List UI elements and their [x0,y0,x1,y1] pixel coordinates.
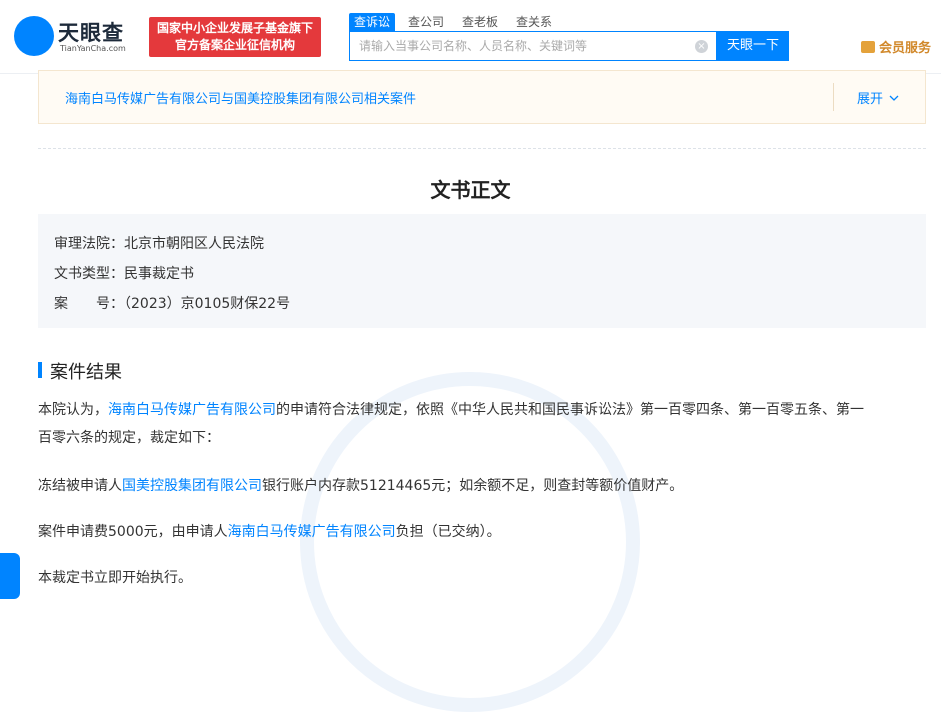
doc-type-row: 文书类型：民事裁定书 [54,263,194,283]
tab-relation[interactable]: 查关系 [511,13,557,31]
case-number-value: （2023）京0105财保22号 [124,296,291,312]
search-button[interactable]: 天眼一下 [717,31,789,61]
text: 本院认为， [38,402,108,418]
chevron-down-icon [889,95,899,101]
doc-type-value: 民事裁定书 [124,266,194,282]
text: 的申请符合法律规定，依照《中华人民共和国民事诉讼法》第一百零四条、第一百零五条、… [276,402,864,418]
section-title: 案件结果 [50,362,122,383]
divider [833,83,834,111]
crown-icon [861,41,875,53]
company-link-baima-2[interactable]: 海南白马传媒广告有限公司 [228,524,396,540]
search-placeholder: 请输入当事公司名称、人员名称、关键词等 [359,39,588,53]
document-title: 文书正文 [430,178,511,202]
result-paragraph-1: 本院认为，海南白马传媒广告有限公司的申请符合法律规定，依照《中华人民共和国民事诉… [38,396,928,452]
promo-banner[interactable]: 国家中小企业发展子基金旗下 官方备案企业征信机构 [149,17,321,57]
tianyancha-logo-icon[interactable] [14,16,54,56]
vip-service-link[interactable]: 会员服务 [861,37,931,56]
expand-button[interactable]: 展开 [857,88,899,107]
text: 银行账户内存款51214465元；如余额不足，则查封等额价值财产。 [262,478,684,494]
company-link-gome[interactable]: 国美控股集团有限公司 [122,478,262,494]
brand-name[interactable]: 天眼查 [58,17,124,47]
court-value: 北京市朝阳区人民法院 [124,236,264,252]
document-meta: 审理法院：北京市朝阳区人民法院 文书类型：民事裁定书 案 号：（2023）京01… [38,214,926,328]
search-tabs: 查诉讼 查公司 查老板 查关系 [349,13,557,31]
text: 负担（已交纳）。 [395,524,501,540]
text: 案件申请费5000元，由申请人 [38,524,228,540]
text: 冻结被申请人 [38,478,122,494]
doc-type-label: 文书类型： [54,266,124,282]
company-link-baima[interactable]: 海南白马传媒广告有限公司 [108,402,276,418]
vip-label: 会员服务 [879,41,932,56]
promo-line-1: 国家中小企业发展子基金旗下 [156,21,313,35]
related-cases-bar: 海南白马传媒广告有限公司与国美控股集团有限公司相关案件 展开 [38,70,926,124]
section-marker [38,362,42,378]
court-label: 审理法院： [54,236,124,252]
result-paragraph-3: 案件申请费5000元，由申请人海南白马传媒广告有限公司负担（已交纳）。 [38,518,928,546]
text: 百零六条的规定，裁定如下： [38,430,220,446]
court-row: 审理法院：北京市朝阳区人民法院 [54,233,264,253]
brand-subtitle: TianYanCha.com [60,44,126,53]
related-cases-link[interactable]: 海南白马传媒广告有限公司与国美控股集团有限公司相关案件 [65,88,416,107]
dashed-divider [38,148,926,149]
case-number-row: 案 号：（2023）京0105财保22号 [54,293,290,313]
expand-label: 展开 [857,92,884,107]
search-input[interactable]: 请输入当事公司名称、人员名称、关键词等 × [349,31,717,61]
case-number-label: 案 号： [54,296,124,312]
result-paragraph-2: 冻结被申请人国美控股集团有限公司银行账户内存款51214465元；如余额不足，则… [38,472,928,500]
clear-icon[interactable]: × [695,40,708,53]
promo-line-2: 官方备案企业征信机构 [174,38,295,52]
result-paragraph-4: 本裁定书立即开始执行。 [38,570,192,586]
tab-boss[interactable]: 查老板 [457,13,503,31]
top-header: 天眼查 TianYanCha.com 国家中小企业发展子基金旗下 官方备案企业征… [0,0,941,74]
floating-side-button[interactable] [0,553,20,599]
tab-company[interactable]: 查公司 [403,13,449,31]
tab-lawsuit[interactable]: 查诉讼 [349,13,396,31]
